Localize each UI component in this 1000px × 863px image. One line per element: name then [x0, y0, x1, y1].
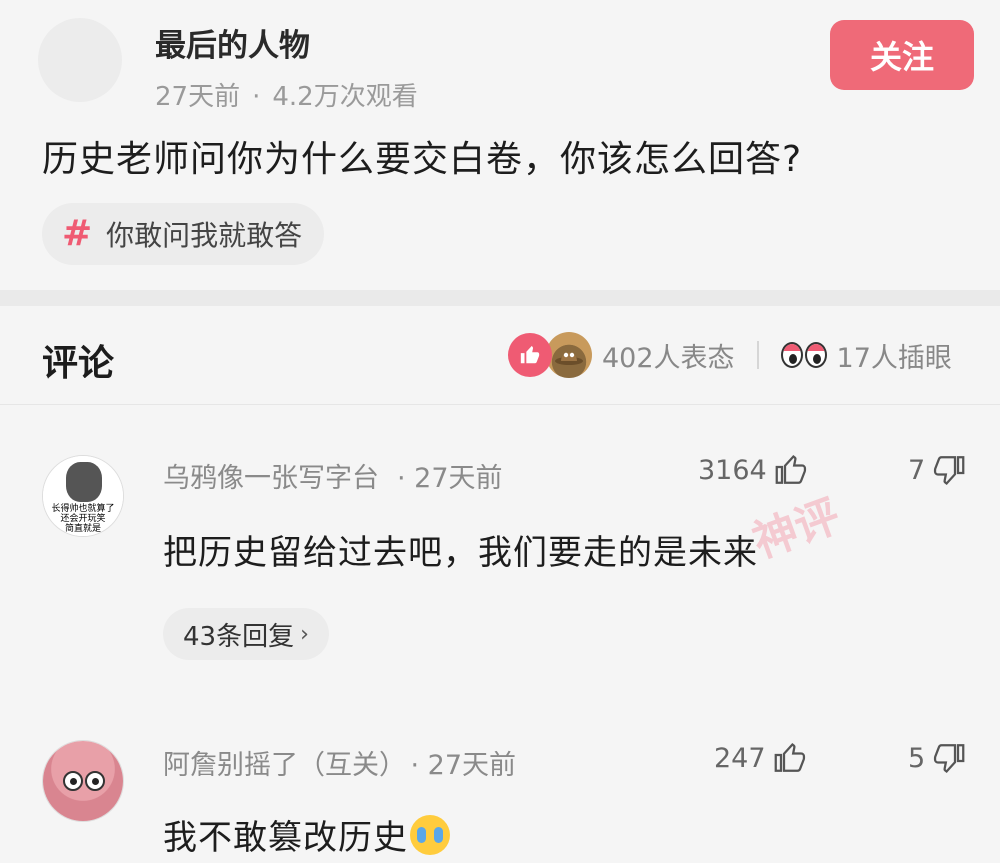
comment-author[interactable]: 阿詹别摇了（互关） — [163, 750, 393, 781]
comment-body-line: 我不敢篡改历史 — [163, 810, 450, 859]
thumb-down-icon — [934, 744, 965, 774]
follow-button[interactable]: 关注 — [830, 20, 974, 90]
thumb-up-icon — [774, 742, 805, 772]
topic-tag[interactable]: # 你敢问我就敢答 — [42, 203, 325, 265]
meme-face — [66, 462, 102, 502]
like-count: 3164 — [698, 454, 767, 486]
avatar-eye-right — [85, 771, 105, 791]
comment-author[interactable]: 乌鸦像一张写字台 — [163, 463, 379, 494]
comment-time: · 27天前 — [410, 750, 517, 781]
comment-time: · 27天前 — [397, 463, 503, 494]
eye-right — [804, 342, 827, 368]
commenter-avatar[interactable] — [42, 740, 124, 822]
eyes-icon — [780, 342, 827, 368]
eye-left — [780, 342, 803, 368]
meme-caption: 长得帅也就算了 还会开玩笑 简直就是 — [51, 504, 115, 534]
view-replies-button[interactable]: 43条回复 › — [163, 608, 329, 660]
patrick-avatar-image — [43, 741, 123, 821]
comment-dislike-button[interactable]: 5 — [908, 740, 967, 776]
comment-like-button[interactable]: 247 — [714, 740, 808, 776]
post-question: 历史老师问你为什么要交白卷，你该怎么回答? — [42, 139, 803, 180]
post-time: 27天前 — [155, 82, 241, 112]
meme-avatar-image: 长得帅也就算了 还会开玩笑 简直就是 — [43, 456, 123, 536]
meta-separator: · — [252, 82, 261, 112]
crying-emoji-icon — [410, 815, 450, 855]
author-name[interactable]: 最后的人物 — [155, 20, 310, 65]
replies-count: 43条回复 — [183, 621, 295, 652]
post-meta: 27天前 · 4.2万次观看 — [155, 76, 418, 113]
comment-author-line: 乌鸦像一张写字台 · 27天前 — [163, 456, 503, 495]
reaction-separator — [756, 341, 759, 369]
chevron-right-icon: › — [300, 621, 309, 647]
section-divider — [0, 290, 1000, 306]
topic-label: 你敢问我就敢答 — [106, 219, 303, 252]
dislike-count: 5 — [908, 742, 926, 774]
thumb-down-icon — [934, 456, 965, 486]
hashtag-icon: # — [62, 213, 93, 254]
hat-reaction-icon — [546, 332, 592, 378]
like-count: 247 — [714, 742, 766, 774]
comment-body: 我不敢篡改历史 — [163, 818, 408, 858]
comment-author-line: 阿詹别摇了（互关） · 27天前 — [163, 743, 516, 782]
header-divider — [0, 404, 1000, 405]
reaction-summary[interactable]: 402人表态 17人插眼 — [508, 330, 952, 380]
like-reaction-icon — [508, 333, 552, 377]
dislike-count: 7 — [908, 454, 926, 486]
comment-body: 把历史留给过去吧，我们要走的是未来 — [163, 533, 758, 573]
commenter-avatar[interactable]: 长得帅也就算了 还会开玩笑 简直就是 — [42, 455, 124, 537]
reaction-count: 402人表态 — [602, 342, 735, 374]
view-count: 4.2万次观看 — [272, 82, 418, 112]
comment-dislike-button[interactable]: 7 — [908, 452, 967, 488]
comments-title: 评论 — [42, 343, 115, 384]
avatar-eye-left — [63, 771, 83, 791]
author-avatar[interactable] — [38, 18, 122, 102]
peek-count: 17人插眼 — [836, 342, 952, 374]
